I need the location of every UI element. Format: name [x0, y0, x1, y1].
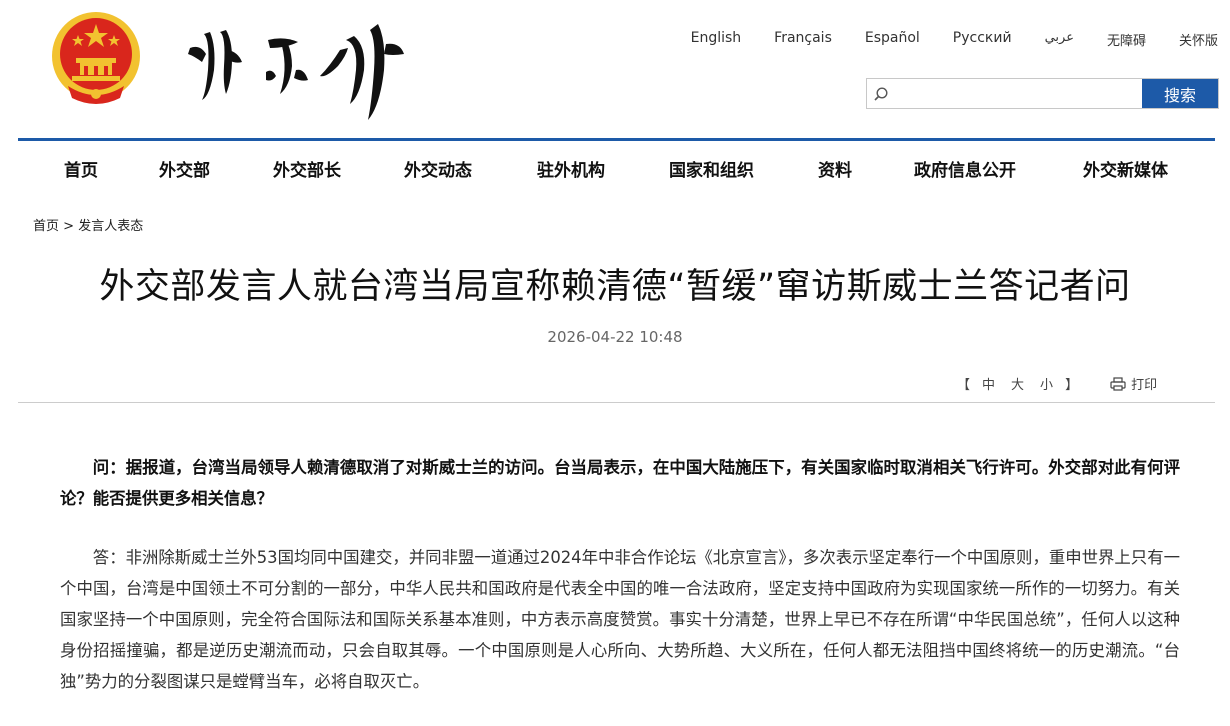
search-bar: 搜索 — [866, 78, 1219, 109]
search-icon — [867, 79, 895, 108]
nav-item-missions-abroad[interactable]: 驻外机构 — [537, 156, 605, 181]
answer-paragraph: 答：非洲除斯威士兰外53国均同中国建交，并同非盟一道通过2024年中非合作论坛《… — [60, 548, 1180, 691]
care-mode-link[interactable]: 关怀版 — [1179, 30, 1218, 49]
lang-arabic-link[interactable]: عربي — [1045, 30, 1074, 49]
search-input[interactable] — [895, 79, 1142, 108]
font-size-close-bracket: 】 — [1065, 378, 1079, 393]
lang-french-link[interactable]: Français — [774, 30, 832, 49]
lang-spanish-link[interactable]: Español — [865, 30, 920, 49]
font-size-small-button[interactable]: 小 — [1040, 374, 1053, 393]
nav-item-gov-info[interactable]: 政府信息公开 — [914, 156, 1016, 181]
search-button[interactable]: 搜索 — [1142, 79, 1218, 108]
breadcrumb: 首页 > 发言人表态 — [33, 215, 143, 234]
breadcrumb-home-link[interactable]: 首页 — [33, 219, 59, 234]
national-emblem-icon[interactable] — [50, 8, 142, 108]
print-button[interactable]: 打印 — [1110, 374, 1157, 393]
ministry-calligraphy-logo[interactable] — [180, 10, 410, 125]
lang-english-link[interactable]: English — [691, 30, 742, 49]
article-body: 问：据报道，台湾当局领导人赖清德取消了对斯威士兰的访问。台当局表示，在中国大陆施… — [60, 452, 1180, 697]
nav-item-resources[interactable]: 资料 — [818, 156, 852, 181]
question-paragraph: 问：据报道，台湾当局领导人赖清德取消了对斯威士兰的访问。台当局表示，在中国大陆施… — [60, 458, 1180, 508]
lang-russian-link[interactable]: Русский — [953, 30, 1012, 49]
breadcrumb-separator: > — [63, 219, 75, 234]
printer-icon — [1110, 376, 1126, 391]
nav-item-home[interactable]: 首页 — [64, 156, 98, 181]
breadcrumb-current-link[interactable]: 发言人表态 — [78, 219, 143, 234]
nav-item-diplomatic-news[interactable]: 外交动态 — [404, 156, 472, 181]
language-bar: English Français Español Русский عربي 无障… — [658, 30, 1218, 49]
font-size-open-bracket: 【 — [957, 378, 971, 393]
font-size-large-button[interactable]: 大 — [1011, 374, 1024, 393]
nav-item-countries-orgs[interactable]: 国家和组织 — [669, 156, 754, 181]
main-nav: 首页 外交部 外交部长 外交动态 驻外机构 国家和组织 资料 政府信息公开 外交… — [18, 138, 1215, 196]
nav-item-ministry[interactable]: 外交部 — [159, 156, 210, 181]
accessibility-link[interactable]: 无障碍 — [1107, 30, 1146, 49]
nav-item-new-media[interactable]: 外交新媒体 — [1083, 156, 1168, 181]
article-tools: 【 中 大 小 】 打印 — [953, 374, 1157, 393]
print-label: 打印 — [1131, 378, 1158, 393]
site-header: English Français Español Русский عربي 无障… — [0, 0, 1230, 140]
nav-item-minister[interactable]: 外交部长 — [273, 156, 341, 181]
article-title: 外交部发言人就台湾当局宣称赖清德“暂缓”窜访斯威士兰答记者问 — [99, 267, 1131, 307]
content-divider — [18, 402, 1215, 403]
article-date: 2026-04-22 10:48 — [547, 328, 683, 346]
font-size-medium-button[interactable]: 中 — [982, 374, 995, 393]
